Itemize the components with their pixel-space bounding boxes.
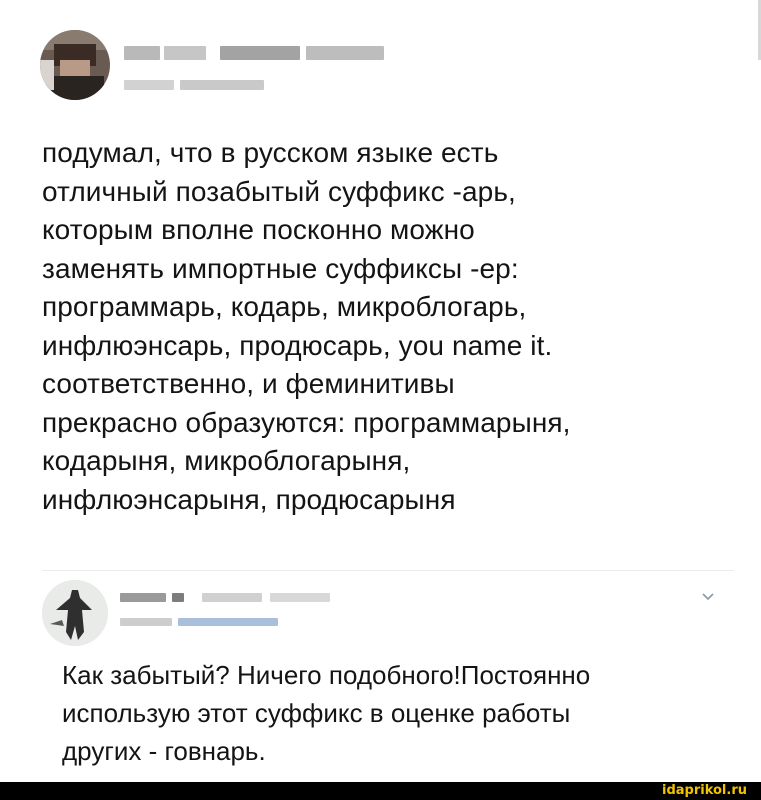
chevron-down-icon[interactable] [700, 588, 716, 604]
figure-silhouette-icon [42, 580, 108, 646]
tweet-text-line: которым вполне посконно можно [42, 214, 475, 245]
thread-divider [42, 570, 734, 571]
reply-text-line: Как забытый? Ничего подобного!Постоянно [62, 660, 591, 690]
tweet-text-line: заменять импортные суффиксы -ер: [42, 252, 519, 284]
author-handle-pixelated[interactable] [124, 80, 264, 90]
tweet-text: подумал, что в русском языке есть отличн… [42, 134, 742, 519]
author-avatar[interactable] [40, 30, 110, 100]
tweet-text-line: инфлюэнсарь, продюсарь, you name it. [42, 329, 553, 361]
reply-author-name-pixelated[interactable] [120, 593, 350, 602]
author-name-pixelated[interactable] [124, 46, 384, 60]
tweet-text-line: отличный позабытый суффикс -арь, [42, 175, 516, 207]
tweet-text-line: соответственно, и феминитивы [42, 368, 455, 399]
tweet-text-line: программарь, кодарь, микроблогарь, [42, 291, 527, 322]
reply-text: Как забытый? Ничего подобного!Постоянно … [62, 656, 742, 770]
watermark-bar: idaprikol.ru [0, 782, 761, 800]
reply-author-handle-pixelated[interactable] [120, 618, 280, 626]
tweet-text-line: кодарыня, микроблогарыня, [42, 445, 411, 476]
tweet-text-line: подумал, что в русском языке есть [42, 137, 499, 168]
reply-text-line: других - говнарь. [62, 736, 266, 766]
tweet-header [40, 30, 720, 102]
tweet-text-line: прекрасно образуются: программарыня, [42, 406, 571, 438]
reply-text-line: использую этот суффикс в оценке работы [62, 698, 571, 728]
tweet-text-line: инфлюэнсарыня, продюсарыня [42, 483, 456, 515]
reply-author-avatar[interactable] [42, 580, 108, 646]
watermark-text[interactable]: idaprikol.ru [662, 783, 747, 799]
